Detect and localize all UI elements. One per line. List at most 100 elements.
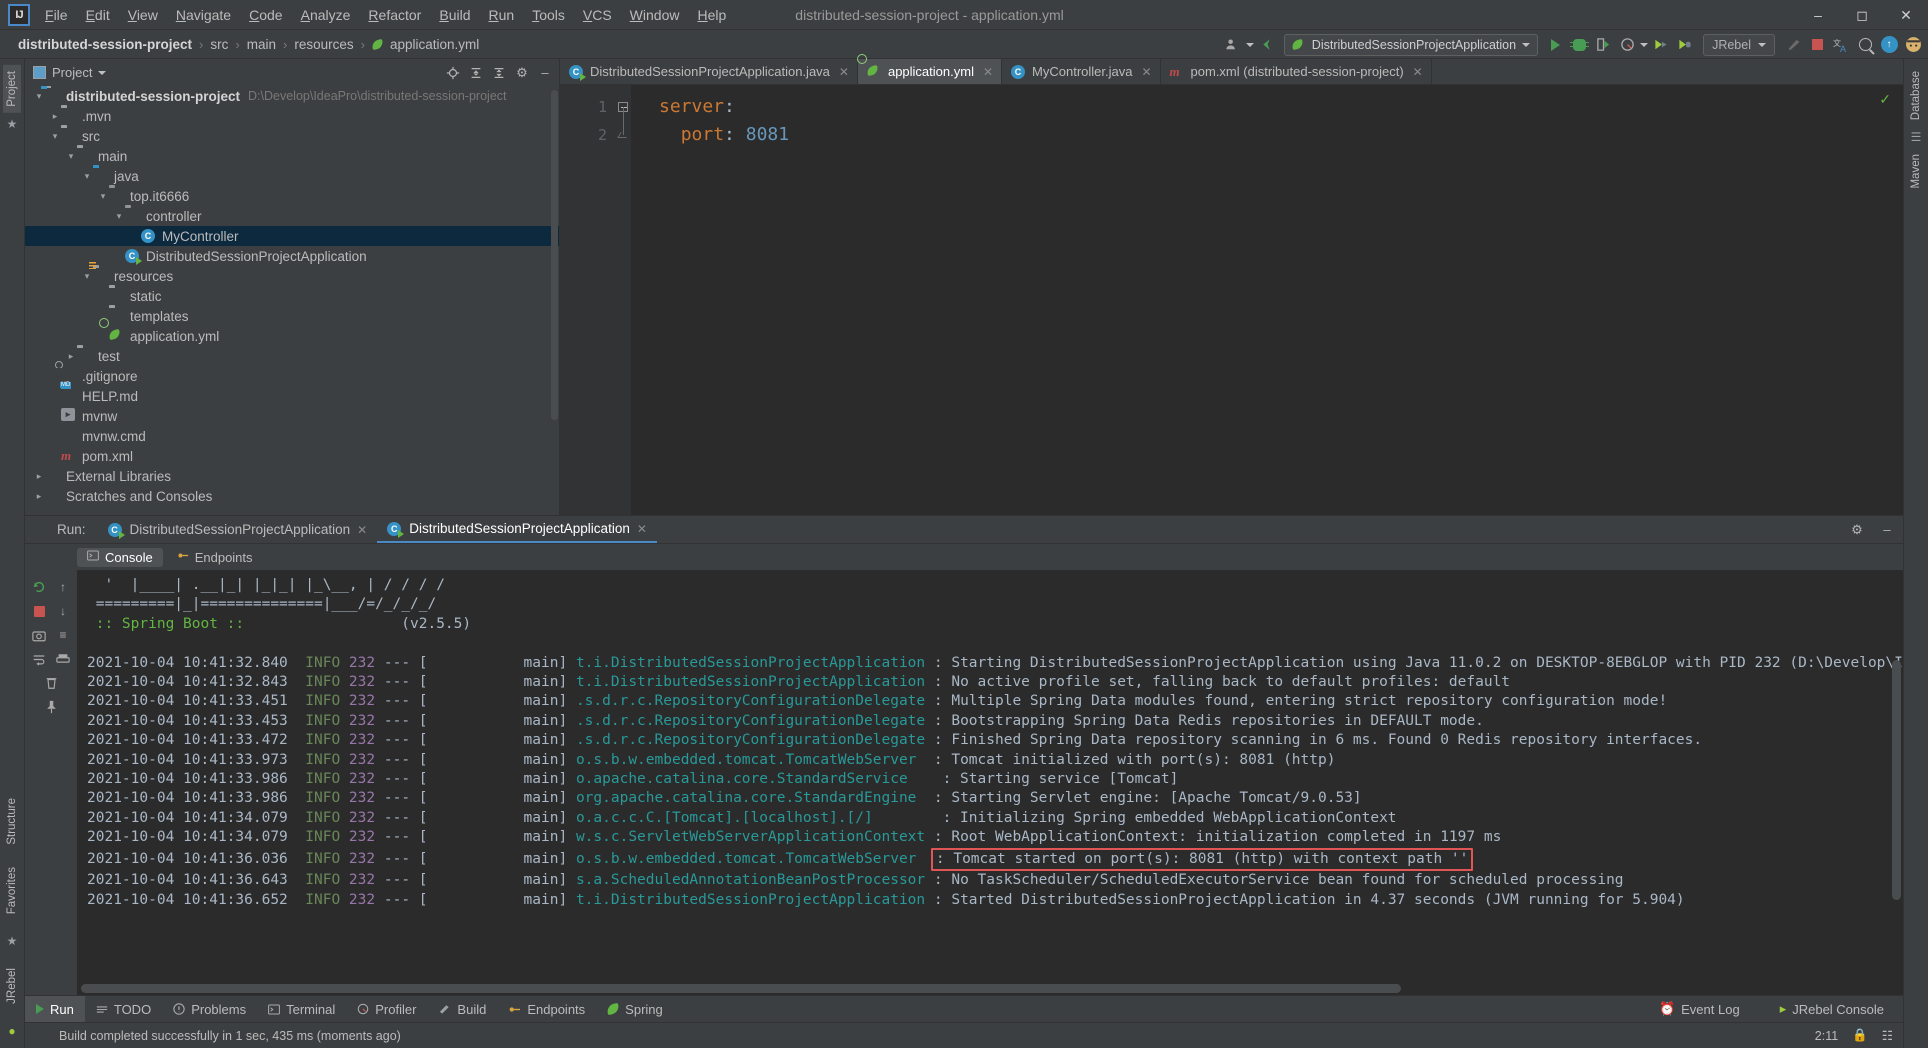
- subtab-endpoints[interactable]: Endpoints: [167, 548, 263, 567]
- menu-item-view[interactable]: View: [119, 4, 167, 26]
- tree-node-external-libraries[interactable]: ▸ External Libraries: [25, 466, 559, 486]
- tree-node-resources[interactable]: ▾ resources: [25, 262, 559, 286]
- breadcrumb-item-3[interactable]: resources: [288, 35, 359, 54]
- tree-node-controller[interactable]: ▾ controller: [25, 206, 559, 226]
- chevron-right-icon[interactable]: ▸: [49, 110, 61, 122]
- run-tab-1[interactable]: C DistributedSessionProjectApplication ✕: [377, 516, 657, 543]
- bottom-item-problems[interactable]: Problems: [162, 996, 257, 1023]
- locate-icon[interactable]: [443, 63, 463, 83]
- project-tree-scrollbar[interactable]: [551, 90, 558, 420]
- close-icon[interactable]: ✕: [637, 522, 647, 536]
- console-horizontal-scrollbar[interactable]: [81, 984, 1401, 993]
- tree-node-main[interactable]: ▾ main: [25, 146, 559, 166]
- database-icon[interactable]: ☰: [1911, 130, 1922, 144]
- tree-node-distributedsessionprojectapplication[interactable]: C DistributedSessionProjectApplication: [25, 246, 559, 266]
- bottom-item-run[interactable]: Run: [25, 995, 85, 1023]
- breadcrumb-item-1[interactable]: src: [204, 35, 234, 54]
- tree-node-test[interactable]: ▸ test: [25, 346, 559, 366]
- menu-item-help[interactable]: Help: [688, 4, 735, 26]
- tree-node-application-yml[interactable]: application.yml: [25, 326, 559, 346]
- tree-node-pom-xml[interactable]: m pom.xml: [25, 446, 559, 466]
- menu-item-tools[interactable]: Tools: [523, 4, 574, 26]
- close-icon[interactable]: ✕: [1141, 65, 1151, 79]
- clear-all-icon[interactable]: [40, 672, 62, 694]
- avatar-icon[interactable]: [1902, 34, 1924, 56]
- maximize-button[interactable]: ◻: [1840, 0, 1884, 30]
- menu-item-code[interactable]: Code: [240, 4, 291, 26]
- hammer-build-icon[interactable]: [1782, 34, 1804, 56]
- menu-item-file[interactable]: File: [36, 4, 77, 26]
- breadcrumb-item-2[interactable]: main: [241, 35, 282, 54]
- console-vertical-scrollbar[interactable]: [1892, 660, 1901, 900]
- back-arrow-icon[interactable]: [1256, 34, 1278, 56]
- stop-icon[interactable]: [28, 600, 50, 622]
- bookmarks-icon[interactable]: ★: [7, 117, 18, 131]
- chevron-down-icon[interactable]: ▾: [81, 270, 93, 282]
- rail-tab-jrebel[interactable]: JRebel: [3, 962, 21, 1010]
- user-settings-icon[interactable]: [1222, 34, 1244, 56]
- tree-node-scratches-and-consoles[interactable]: ▸ Scratches and Consoles: [25, 486, 559, 506]
- collapse-all-icon[interactable]: [466, 63, 486, 83]
- code-editor[interactable]: 12 server: port: 8081 ✓: [560, 85, 1903, 515]
- rail-tab-structure[interactable]: Structure: [3, 792, 21, 851]
- bottom-item-endpoints[interactable]: Endpoints: [497, 996, 596, 1023]
- tree-node--mvn[interactable]: ▸ .mvn: [25, 106, 559, 126]
- update-icon[interactable]: ↑: [1878, 34, 1900, 56]
- run-tab-0[interactable]: C DistributedSessionProjectApplication ✕: [98, 516, 378, 543]
- rerun-icon[interactable]: [28, 576, 50, 598]
- editor-code-content[interactable]: server: port: 8081: [631, 85, 1903, 515]
- bottom-item-terminal[interactable]: Terminal: [257, 996, 346, 1023]
- tree-node-src[interactable]: ▾ src: [25, 126, 559, 146]
- print-icon[interactable]: [52, 648, 74, 670]
- breadcrumb-item-0[interactable]: distributed-session-project: [12, 35, 198, 54]
- menu-item-window[interactable]: Window: [621, 4, 689, 26]
- jrebel-run-icon[interactable]: [1650, 34, 1672, 56]
- hide-icon[interactable]: –: [535, 63, 555, 83]
- tree-node-java[interactable]: ▾ java: [25, 166, 559, 186]
- editor-tab-2[interactable]: C MyController.java ✕: [1002, 59, 1161, 84]
- close-button[interactable]: ✕: [1884, 0, 1928, 30]
- rail-tab-database[interactable]: Database: [1907, 65, 1925, 126]
- bottom-item-build[interactable]: Build: [427, 996, 497, 1023]
- user-settings-caret-icon[interactable]: [1245, 42, 1254, 47]
- jrebel-debug-icon[interactable]: [1674, 34, 1696, 56]
- stop-icon[interactable]: [1806, 34, 1828, 56]
- run-icon[interactable]: [1544, 34, 1566, 56]
- editor-tab-3[interactable]: m pom.xml (distributed-session-project) ✕: [1161, 59, 1432, 84]
- menu-item-vcs[interactable]: VCS: [574, 4, 621, 26]
- caret-position[interactable]: 2:11: [1815, 1029, 1838, 1043]
- hide-icon[interactable]: –: [1877, 520, 1897, 540]
- debug-icon[interactable]: [1568, 34, 1590, 56]
- chevron-down-icon[interactable]: ▾: [33, 90, 45, 102]
- tree-node-distributed-session-project[interactable]: ▾ distributed-session-project D:\Develop\I…: [25, 86, 559, 106]
- minimize-button[interactable]: –: [1796, 0, 1840, 30]
- subtab-console[interactable]: Console: [77, 547, 163, 567]
- profiler-icon[interactable]: [1616, 34, 1638, 56]
- camera-icon[interactable]: [28, 624, 50, 646]
- rail-tab-project[interactable]: Project: [3, 65, 21, 113]
- project-tree[interactable]: ▾ distributed-session-project D:\Develop\I…: [25, 86, 559, 515]
- editor-tab-1[interactable]: application.yml ✕: [857, 59, 1003, 84]
- bottom-item-event-log[interactable]: ⏰ Event Log: [1648, 996, 1751, 1023]
- expand-icon[interactable]: [489, 63, 509, 83]
- settings-gear-icon[interactable]: ⚙: [512, 63, 532, 83]
- rail-tab-maven[interactable]: Maven: [1907, 148, 1925, 195]
- branch-icon[interactable]: ☷: [1882, 1028, 1893, 1043]
- breadcrumb-item-4[interactable]: application.yml: [366, 35, 485, 54]
- soft-wrap-icon[interactable]: [28, 648, 50, 670]
- filter-icon[interactable]: ≡: [52, 624, 74, 646]
- menu-item-edit[interactable]: Edit: [77, 4, 119, 26]
- scroll-up-icon[interactable]: ↑: [52, 576, 74, 598]
- chevron-down-icon[interactable]: ▾: [113, 210, 125, 222]
- jrebel-rail-icon[interactable]: ●: [8, 1024, 15, 1038]
- close-icon[interactable]: ✕: [983, 65, 993, 79]
- menu-item-run[interactable]: Run: [479, 4, 523, 26]
- chevron-down-icon[interactable]: [98, 70, 107, 75]
- menu-item-refactor[interactable]: Refactor: [359, 4, 430, 26]
- close-icon[interactable]: ✕: [839, 65, 849, 79]
- run-configuration-selector[interactable]: DistributedSessionProjectApplication: [1283, 33, 1539, 56]
- chevron-down-icon[interactable]: ▾: [81, 170, 93, 182]
- close-icon[interactable]: ✕: [357, 523, 367, 537]
- console-output[interactable]: ' |____| .__|_| |_|_| |_\__, | / / / / =…: [77, 570, 1903, 995]
- tree-node-static[interactable]: static: [25, 286, 559, 306]
